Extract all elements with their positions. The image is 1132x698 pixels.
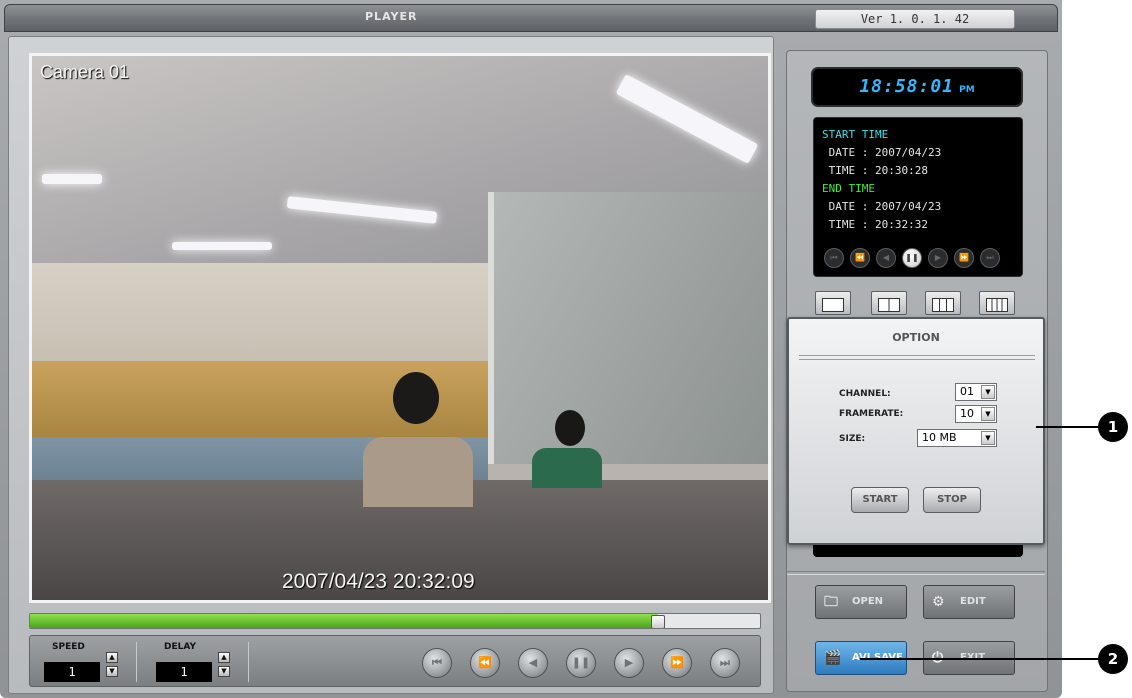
edit-button[interactable]: ⚙ EDIT — [923, 585, 1015, 619]
layout-3-button[interactable] — [925, 291, 961, 315]
progress-fill — [30, 614, 658, 628]
control-bar: SPEED 1 ▲ ▼ DELAY 1 ▲ ▼ ⏮ ⏪ ◀ ❚❚ ▶ ⏩ ⏭ — [29, 635, 761, 687]
fast-forward-button[interactable]: ⏩ — [662, 648, 692, 678]
speed-up-button[interactable]: ▲ — [106, 652, 118, 663]
channel-label: CHANNEL: — [839, 389, 891, 399]
play-button[interactable]: ▶ — [614, 648, 644, 678]
divider — [248, 642, 249, 682]
status-strip — [813, 545, 1023, 557]
ceiling-light — [42, 174, 102, 184]
start-time: TIME : 20:30:28 — [822, 164, 928, 177]
pause-button[interactable]: ❚❚ — [566, 648, 596, 678]
skip-back-icon: ⏮ — [432, 656, 442, 669]
pause-icon: ❚❚ — [571, 656, 591, 669]
speed-display: 1 — [44, 662, 100, 682]
speed-label: SPEED — [52, 642, 85, 652]
framerate-label: FRAMERATE: — [839, 409, 904, 419]
delay-label: DELAY — [164, 642, 196, 652]
mini-step-back-icon[interactable]: ◀ — [876, 248, 896, 268]
clock-ampm: PM — [959, 85, 975, 95]
channel-select[interactable]: 01 ▼ — [955, 383, 997, 401]
version-label: Ver 1. 0. 1. 42 — [815, 9, 1015, 29]
callout-2: 2 — [1098, 644, 1128, 674]
person-shirt — [532, 447, 603, 488]
layout-quad-icon — [986, 298, 1008, 312]
time-info-panel: START TIME DATE : 2007/04/23 TIME : 20:3… — [813, 117, 1023, 277]
size-label: SIZE: — [839, 434, 866, 444]
delay-down-button[interactable]: ▼ — [218, 666, 230, 677]
delay-up-button[interactable]: ▲ — [218, 652, 230, 663]
chevron-down-icon[interactable]: ▼ — [981, 407, 995, 421]
channel-value: 01 — [960, 385, 974, 398]
rewind-icon: ⏪ — [478, 656, 492, 669]
callout-line-2 — [860, 658, 1098, 660]
skip-forward-icon: ⏭ — [720, 656, 730, 669]
clock-display: 18:58:01 PM — [811, 67, 1023, 107]
chevron-down-icon[interactable]: ▼ — [981, 431, 995, 445]
player-window: PLAYER Ver 1. 0. 1. 42 Camera 01 2007/04… — [0, 0, 1062, 698]
start-date: DATE : 2007/04/23 — [822, 146, 942, 159]
progress-thumb[interactable] — [651, 615, 665, 628]
mini-play-icon[interactable]: ▶ — [928, 248, 948, 268]
layout-triple-icon — [932, 298, 954, 312]
camera-view[interactable]: Camera 01 2007/04/23 20:32:09 — [29, 53, 771, 603]
size-value: 10 MB — [922, 431, 957, 444]
person-head — [554, 409, 585, 446]
playback-progress[interactable] — [29, 613, 761, 629]
mini-skip-forward-icon[interactable]: ⏭ — [980, 248, 1000, 268]
gear-icon: ⚙ — [932, 594, 945, 610]
layout-single-icon — [822, 298, 844, 312]
end-time: TIME : 20:32:32 — [822, 218, 928, 231]
edit-label: EDIT — [960, 596, 986, 607]
scene-glass-office — [488, 192, 768, 464]
rewind-button[interactable]: ⏪ — [470, 648, 500, 678]
layout-4-button[interactable] — [979, 291, 1015, 315]
skip-back-button[interactable]: ⏮ — [422, 648, 452, 678]
title-bar: PLAYER Ver 1. 0. 1. 42 — [4, 4, 1058, 32]
option-panel: OPTION CHANNEL: 01 ▼ FRAMERATE: 10 ▼ SIZ… — [787, 317, 1045, 545]
video-timestamp: 2007/04/23 20:32:09 — [282, 570, 475, 593]
person-head — [392, 371, 439, 424]
speed-down-button[interactable]: ▼ — [106, 666, 118, 677]
camera-label: Camera 01 — [40, 62, 130, 82]
layout-2-button[interactable] — [871, 291, 907, 315]
start-time-header: START TIME — [822, 128, 889, 141]
mini-fast-forward-icon[interactable]: ⏩ — [954, 248, 974, 268]
open-button[interactable]: 🗀 OPEN — [815, 585, 907, 619]
panel-divider — [787, 571, 1045, 575]
open-label: OPEN — [852, 596, 884, 607]
side-panel: 18:58:01 PM START TIME DATE : 2007/04/23… — [786, 50, 1048, 692]
fast-forward-icon: ⏩ — [670, 656, 684, 669]
callout-line-1 — [1036, 426, 1098, 428]
end-time-header: END TIME — [822, 182, 875, 195]
size-select[interactable]: 10 MB ▼ — [917, 429, 997, 447]
step-back-button[interactable]: ◀ — [518, 648, 548, 678]
callout-1: 1 — [1098, 412, 1128, 442]
clock-time: 18:58:01 — [859, 76, 955, 97]
divider — [136, 642, 137, 682]
play-icon: ▶ — [624, 656, 634, 669]
layout-1-button[interactable] — [815, 291, 851, 315]
mini-rewind-icon[interactable]: ⏪ — [850, 248, 870, 268]
chevron-down-icon[interactable]: ▼ — [981, 385, 995, 399]
framerate-value: 10 — [960, 407, 974, 420]
step-back-icon: ◀ — [528, 656, 538, 669]
start-button[interactable]: START — [851, 487, 909, 513]
delay-display: 1 — [156, 662, 212, 682]
clapperboard-icon: 🎬 — [824, 650, 842, 666]
ceiling-light — [172, 242, 272, 250]
stop-button[interactable]: STOP — [923, 487, 981, 513]
end-date: DATE : 2007/04/23 — [822, 200, 942, 213]
option-title: OPTION — [892, 331, 940, 344]
window-title: PLAYER — [365, 10, 418, 23]
layout-dual-icon — [878, 298, 900, 312]
framerate-select[interactable]: 10 ▼ — [955, 405, 997, 423]
mini-skip-back-icon[interactable]: ⏮ — [824, 248, 844, 268]
person-shirt — [363, 436, 474, 507]
video-panel: Camera 01 2007/04/23 20:32:09 SPEED 1 ▲ … — [8, 36, 774, 694]
mini-pause-icon[interactable]: ❚❚ — [902, 248, 922, 268]
folder-icon: 🗀 — [824, 594, 838, 610]
option-divider — [799, 355, 1035, 360]
skip-forward-button[interactable]: ⏭ — [710, 648, 740, 678]
